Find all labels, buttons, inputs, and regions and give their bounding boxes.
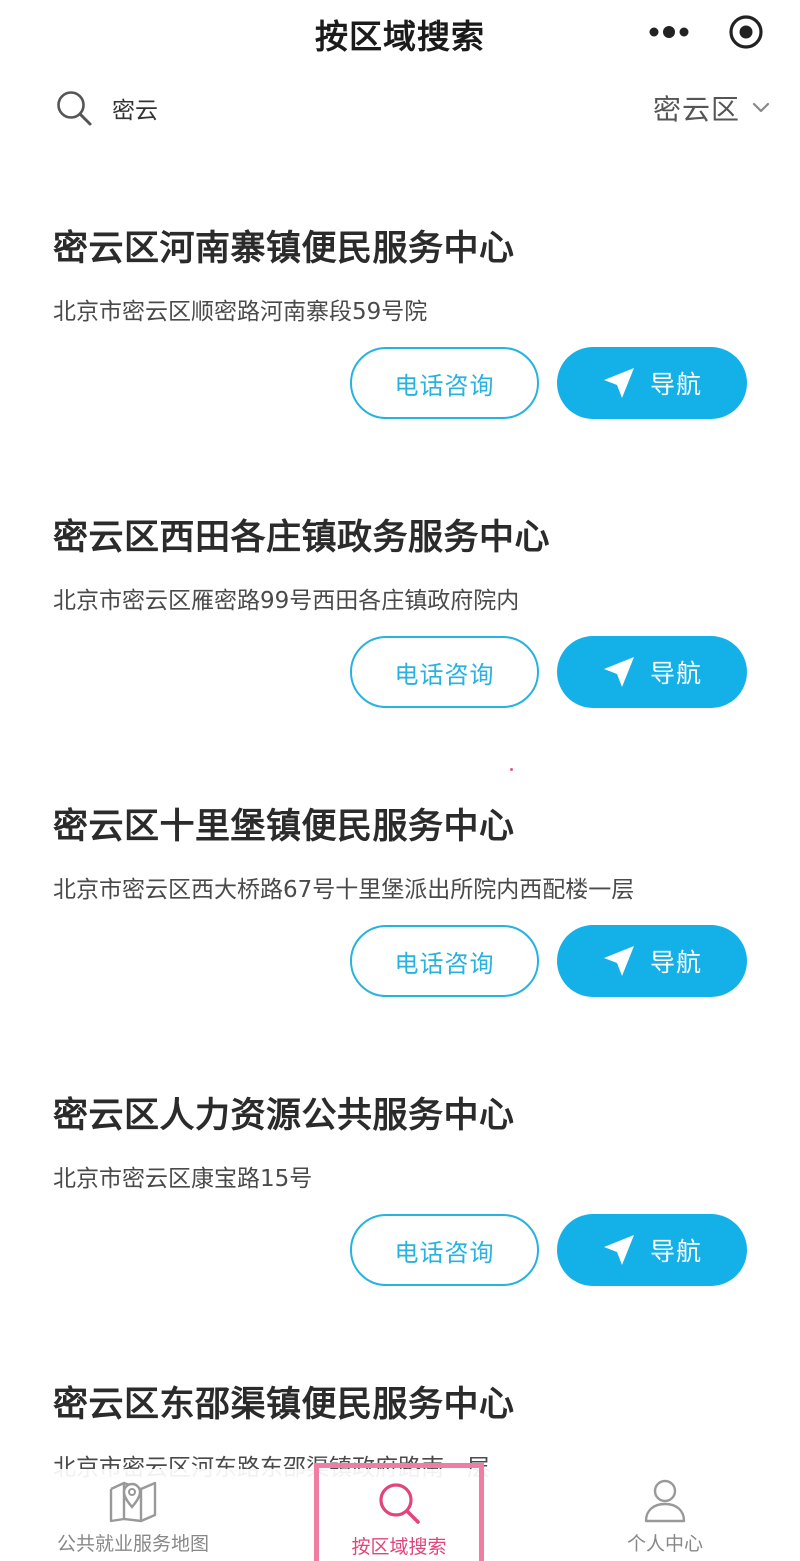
tab-search-by-region[interactable]: 按区域搜索 [314,1463,484,1561]
list-item: 密云区河南寨镇便民服务中心 北京市密云区顺密路河南寨段59号院 电话咨询 导航 [0,180,800,469]
chevron-down-icon [752,99,770,117]
search-icon [55,89,93,127]
service-center-name: 密云区十里堡镇便民服务中心 [53,807,515,847]
tab-label: 个人中心 [626,1533,703,1555]
navigate-label: 导航 [649,659,702,688]
service-center-address: 北京市密云区康宝路15号 [53,1166,313,1192]
navigate-button[interactable]: 导航 [557,636,747,708]
navigation-arrow-icon [602,366,636,400]
district-dropdown[interactable]: 密云区 [653,88,770,128]
target-circle-icon [729,15,763,49]
phone-consult-label: 电话咨询 [394,949,495,978]
phone-consult-button[interactable]: 电话咨询 [350,347,539,419]
service-center-name: 密云区人力资源公共服务中心 [53,1096,515,1136]
list-item: 密云区西田各庄镇政务服务中心 北京市密云区雁密路99号西田各庄镇政府院内 电话咨… [0,469,800,758]
user-icon [639,1477,691,1523]
navigate-button[interactable]: 导航 [557,1214,747,1286]
close-button[interactable] [728,14,764,50]
navigation-arrow-icon [602,1233,636,1267]
list-item: 密云区人力资源公共服务中心 北京市密云区康宝路15号 电话咨询 导航 [0,1047,800,1336]
tab-label: 公共就业服务地图 [56,1533,209,1555]
navigation-arrow-icon [602,944,636,978]
navigation-bar: 按区域搜索 [0,0,800,64]
phone-consult-button[interactable]: 电话咨询 [350,1214,539,1286]
service-center-address: 北京市密云区顺密路河南寨段59号院 [53,299,428,325]
district-selected-value: 密云区 [652,93,740,126]
search-input[interactable] [112,90,512,126]
navigate-button[interactable]: 导航 [557,925,747,997]
tab-bar: 公共就业服务地图 按区域搜索 个人中心 [0,1463,800,1561]
service-center-address: 北京市密云区雁密路99号西田各庄镇政府院内 [53,588,520,614]
phone-consult-button[interactable]: 电话咨询 [350,636,539,708]
phone-consult-label: 电话咨询 [394,1238,495,1267]
navigate-label: 导航 [649,370,702,399]
service-center-name: 密云区西田各庄镇政务服务中心 [53,518,551,558]
tab-personal-center[interactable]: 个人中心 [590,1469,740,1561]
search-bar: 密云区 [0,80,800,136]
navigate-button[interactable]: 导航 [557,347,747,419]
navigate-label: 导航 [649,1237,702,1266]
search-icon [373,1480,425,1526]
service-center-name: 密云区东邵渠镇便民服务中心 [53,1385,515,1425]
more-button[interactable] [645,16,693,48]
phone-consult-button[interactable]: 电话咨询 [350,925,539,997]
map-pin-icon [107,1477,159,1523]
tab-label: 按区域搜索 [351,1536,447,1558]
phone-consult-label: 电话咨询 [394,371,495,400]
page: 按区域搜索 密云区 [0,0,800,1561]
tab-public-employment-map[interactable]: 公共就业服务地图 [40,1469,226,1561]
service-center-name: 密云区河南寨镇便民服务中心 [53,229,515,269]
more-dots-icon [649,26,689,38]
list-item: 密云区十里堡镇便民服务中心 北京市密云区西大桥路67号十里堡派出所院内西配楼一层… [0,758,800,1047]
decorative-dot [510,768,513,771]
navigate-label: 导航 [649,948,702,977]
navigation-arrow-icon [602,655,636,689]
phone-consult-label: 电话咨询 [394,660,495,689]
service-center-address: 北京市密云区西大桥路67号十里堡派出所院内西配楼一层 [53,877,635,903]
